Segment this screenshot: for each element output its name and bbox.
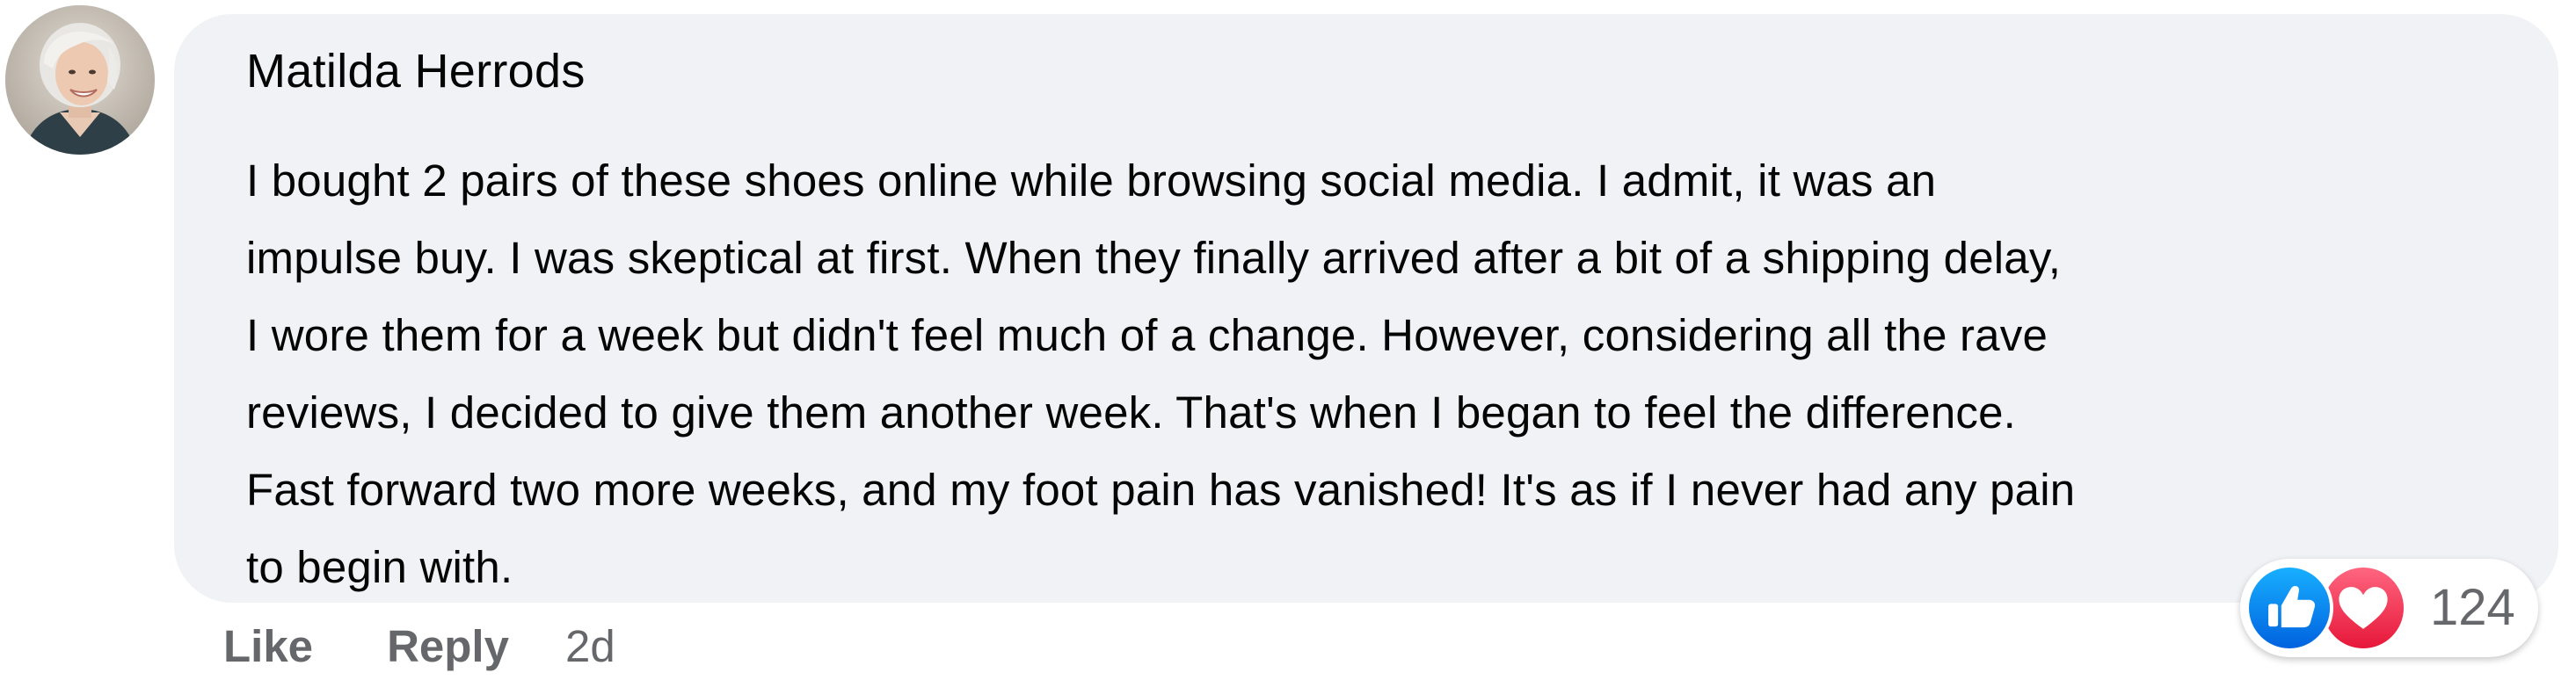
comment-text: I bought 2 pairs of these shoes online w… (246, 142, 2514, 606)
avatar-photo (5, 5, 155, 155)
reaction-icons (2245, 564, 2412, 652)
reactions-summary[interactable]: 124 (2240, 559, 2538, 657)
comment-text-line: Fast forward two more weeks, and my foot… (246, 465, 2076, 515)
comment-text-line: impulse buy. I was skeptical at first. W… (246, 233, 2062, 283)
like-button[interactable]: Like (223, 620, 313, 672)
reaction-count: 124 (2430, 579, 2515, 636)
comment-text-line: I bought 2 pairs of these shoes online w… (246, 156, 1937, 206)
comment: Matilda Herrods I bought 2 pairs of thes… (0, 0, 2576, 680)
comment-bubble: Matilda Herrods I bought 2 pairs of thes… (174, 14, 2558, 603)
comment-text-line: I wore them for a week but didn't feel m… (246, 310, 2048, 360)
like-icon (2245, 564, 2333, 652)
comment-timestamp[interactable]: 2d (565, 620, 615, 672)
comment-text-line: reviews, I decided to give them another … (246, 387, 2017, 438)
comment-author[interactable]: Matilda Herrods (246, 47, 586, 95)
comment-text-line: to begin with. (246, 542, 513, 592)
comment-actions: Like Reply 2d (223, 615, 615, 676)
avatar[interactable] (5, 5, 155, 155)
reply-button[interactable]: Reply (387, 620, 509, 672)
